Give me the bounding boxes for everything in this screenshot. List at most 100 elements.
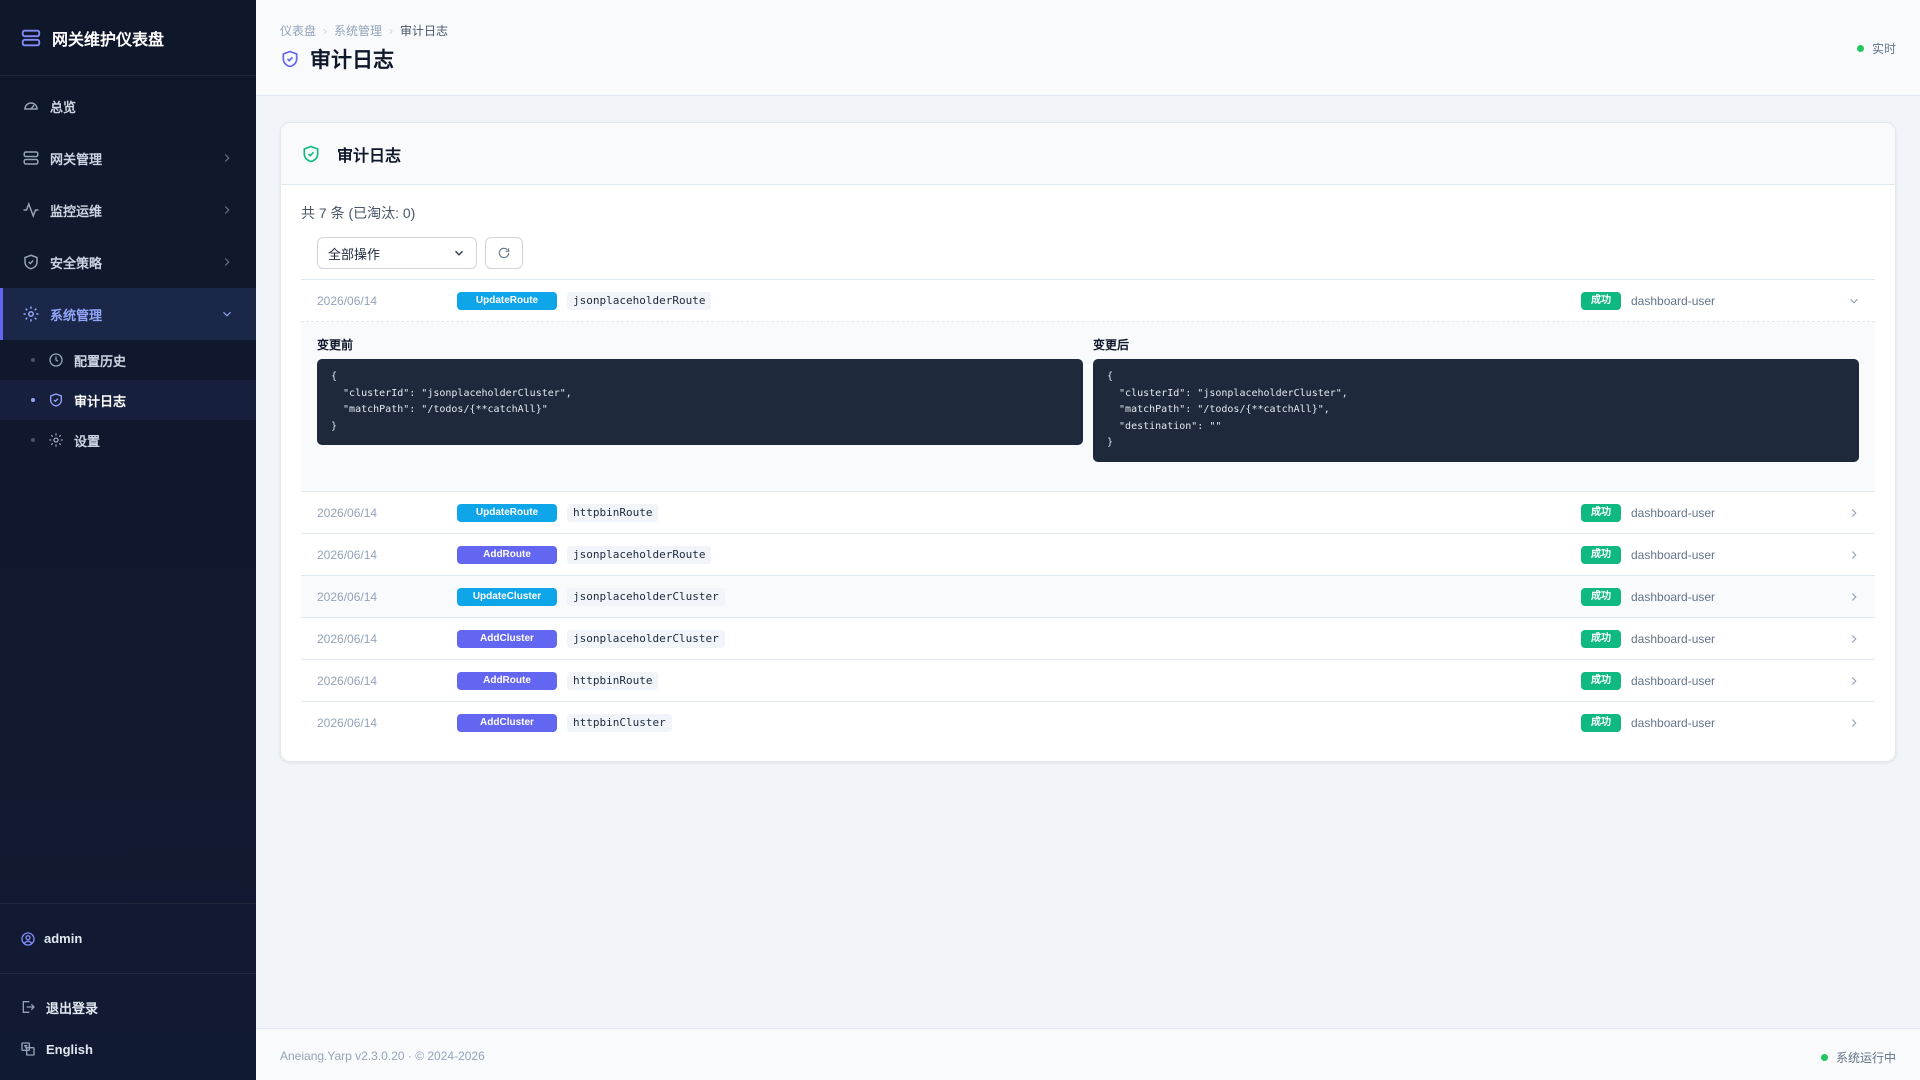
action-badge: AddCluster xyxy=(457,630,557,648)
table-row[interactable]: 2026/06/14 UpdateRoute httpbinRoute 成功 d… xyxy=(301,492,1875,534)
log-date: 2026/06/14 xyxy=(317,506,378,520)
chevron-right-icon[interactable] xyxy=(1847,632,1861,646)
system-status-label: 系统运行中 xyxy=(1835,1051,1896,1065)
logout-icon xyxy=(22,1001,35,1013)
sidebar-item-label: 安全策略 xyxy=(50,255,103,271)
log-target: httpbinRoute xyxy=(567,672,659,690)
page-title: 审计日志 xyxy=(280,44,394,74)
chevron-right-icon xyxy=(224,258,230,266)
action-badge: UpdateRoute xyxy=(457,504,557,522)
sidebar-item-security[interactable]: 安全策略 xyxy=(0,236,256,288)
breadcrumb-item-dashboard[interactable]: 仪表盘 xyxy=(280,22,316,39)
chevron-down-icon xyxy=(454,250,464,256)
table-row[interactable]: 2026/06/14 AddRoute jsonplaceholderRoute… xyxy=(301,534,1875,576)
card-header: 审计日志 xyxy=(281,123,1895,185)
server-icon xyxy=(23,151,39,165)
action-badge: UpdateRoute xyxy=(457,292,557,310)
app-title: 网关维护仪表盘 xyxy=(52,31,165,49)
filter-bar: 全部操作 xyxy=(317,237,523,269)
after-json: { "clusterId": "jsonplaceholderCluster",… xyxy=(1093,359,1859,462)
table-row[interactable]: 2026/06/14 AddCluster jsonplaceholderClu… xyxy=(301,618,1875,660)
action-filter-select[interactable]: 全部操作 xyxy=(317,237,477,269)
server-stack-icon xyxy=(21,29,41,46)
breadcrumb-separator: › xyxy=(389,23,394,38)
action-badge: AddRoute xyxy=(457,546,557,564)
log-target: jsonplaceholderCluster xyxy=(567,630,725,648)
table-row[interactable]: 2026/06/14 AddCluster httpbinCluster 成功 … xyxy=(301,702,1875,744)
sidebar: 网关维护仪表盘 总览 网关管理 监控运维 安全策略 系统管理 配置历史 审计日志… xyxy=(0,0,256,1080)
table-row[interactable]: 2026/06/14 AddRoute httpbinRoute 成功 dash… xyxy=(301,660,1875,702)
chevron-right-icon[interactable] xyxy=(1847,506,1861,520)
log-user: dashboard-user xyxy=(1631,294,1716,308)
sidebar-item-label: 监控运维 xyxy=(50,203,103,219)
table-row[interactable]: 2026/06/14 UpdateCluster jsonplaceholder… xyxy=(301,576,1875,618)
sidebar-item-overview[interactable]: 总览 xyxy=(0,80,256,132)
action-badge: AddCluster xyxy=(457,714,557,732)
realtime-indicator: 实时 xyxy=(1856,40,1896,57)
breadcrumb-item-system[interactable]: 系统管理 xyxy=(334,22,382,39)
log-target: httpbinRoute xyxy=(567,504,659,522)
refresh-button[interactable] xyxy=(485,237,523,269)
status-dot xyxy=(1856,45,1864,52)
sidebar-item-monitoring[interactable]: 监控运维 xyxy=(0,184,256,236)
log-target: jsonplaceholderRoute xyxy=(567,292,712,310)
gauge-icon xyxy=(24,102,38,110)
sidebar-item-label: 总览 xyxy=(50,99,77,115)
brand[interactable]: 网关维护仪表盘 xyxy=(0,0,256,76)
chevron-right-icon[interactable] xyxy=(1847,590,1861,604)
status-badge: 成功 xyxy=(1581,630,1621,648)
system-status: 系统运行中 xyxy=(1820,1049,1896,1066)
logout-button[interactable]: 退出登录 xyxy=(0,986,256,1028)
user-circle-icon xyxy=(21,931,35,946)
status-badge: 成功 xyxy=(1581,714,1621,732)
sidebar-subitem-audit-log[interactable]: 审计日志 xyxy=(0,380,256,420)
status-badge: 成功 xyxy=(1581,672,1621,690)
chevron-right-icon xyxy=(224,154,230,162)
sidebar-subitem-settings[interactable]: 设置 xyxy=(0,420,256,460)
breadcrumb-separator: › xyxy=(323,23,328,38)
bullet-dot xyxy=(31,398,35,402)
refresh-icon xyxy=(498,247,510,259)
chevron-down-icon[interactable] xyxy=(1847,294,1861,308)
page-footer: Aneiang.Yarp v2.3.0.20 · © 2024-2026 系统运… xyxy=(256,1028,1920,1080)
sidebar-subitem-config-history[interactable]: 配置历史 xyxy=(0,340,256,380)
log-target: httpbinCluster xyxy=(567,714,672,732)
bullet-dot xyxy=(31,358,35,362)
page-title-text: 审计日志 xyxy=(310,49,394,72)
sidebar-nav: 总览 网关管理 监控运维 安全策略 系统管理 配置历史 审计日志 设置 xyxy=(0,76,256,460)
before-json: { "clusterId": "jsonplaceholderCluster",… xyxy=(317,359,1083,445)
sidebar-subitem-label: 配置历史 xyxy=(74,353,127,369)
language-label: English xyxy=(46,1041,93,1057)
shield-check-icon xyxy=(303,145,319,162)
log-date: 2026/06/14 xyxy=(317,632,378,646)
action-badge: AddRoute xyxy=(457,672,557,690)
chevron-down-icon xyxy=(223,311,231,317)
sidebar-item-system[interactable]: 系统管理 xyxy=(0,288,256,340)
action-badge: UpdateCluster xyxy=(457,588,557,606)
log-detail-panel: 变更前 { "clusterId": "jsonplaceholderClust… xyxy=(301,322,1875,492)
log-date: 2026/06/14 xyxy=(317,294,378,308)
realtime-label: 实时 xyxy=(1871,42,1896,56)
chevron-right-icon[interactable] xyxy=(1847,716,1861,730)
user-profile[interactable]: admin xyxy=(0,904,256,974)
breadcrumb: 仪表盘 › 系统管理 › 审计日志 xyxy=(280,22,448,39)
status-badge: 成功 xyxy=(1581,504,1621,522)
logout-label: 退出登录 xyxy=(46,1000,99,1016)
language-switch[interactable]: English xyxy=(0,1028,256,1070)
log-user: dashboard-user xyxy=(1631,548,1716,562)
log-target: jsonplaceholderRoute xyxy=(567,546,712,564)
log-target: jsonplaceholderCluster xyxy=(567,588,725,606)
after-panel: 变更后 { "clusterId": "jsonplaceholderClust… xyxy=(1093,336,1859,462)
chevron-right-icon[interactable] xyxy=(1847,674,1861,688)
status-badge: 成功 xyxy=(1581,546,1621,564)
log-user: dashboard-user xyxy=(1631,674,1716,688)
table-row[interactable]: 2026/06/14 UpdateRoute jsonplaceholderRo… xyxy=(301,280,1875,322)
log-date: 2026/06/14 xyxy=(317,716,378,730)
gear-icon xyxy=(23,306,39,322)
record-count: 共 7 条 (已淘汰: 0) xyxy=(301,205,416,221)
chevron-right-icon[interactable] xyxy=(1847,548,1861,562)
log-date: 2026/06/14 xyxy=(317,590,378,604)
copyright: Aneiang.Yarp v2.3.0.20 · © 2024-2026 xyxy=(280,1049,485,1063)
page-header: 仪表盘 › 系统管理 › 审计日志 审计日志 实时 xyxy=(256,0,1920,96)
sidebar-item-gateway[interactable]: 网关管理 xyxy=(0,132,256,184)
